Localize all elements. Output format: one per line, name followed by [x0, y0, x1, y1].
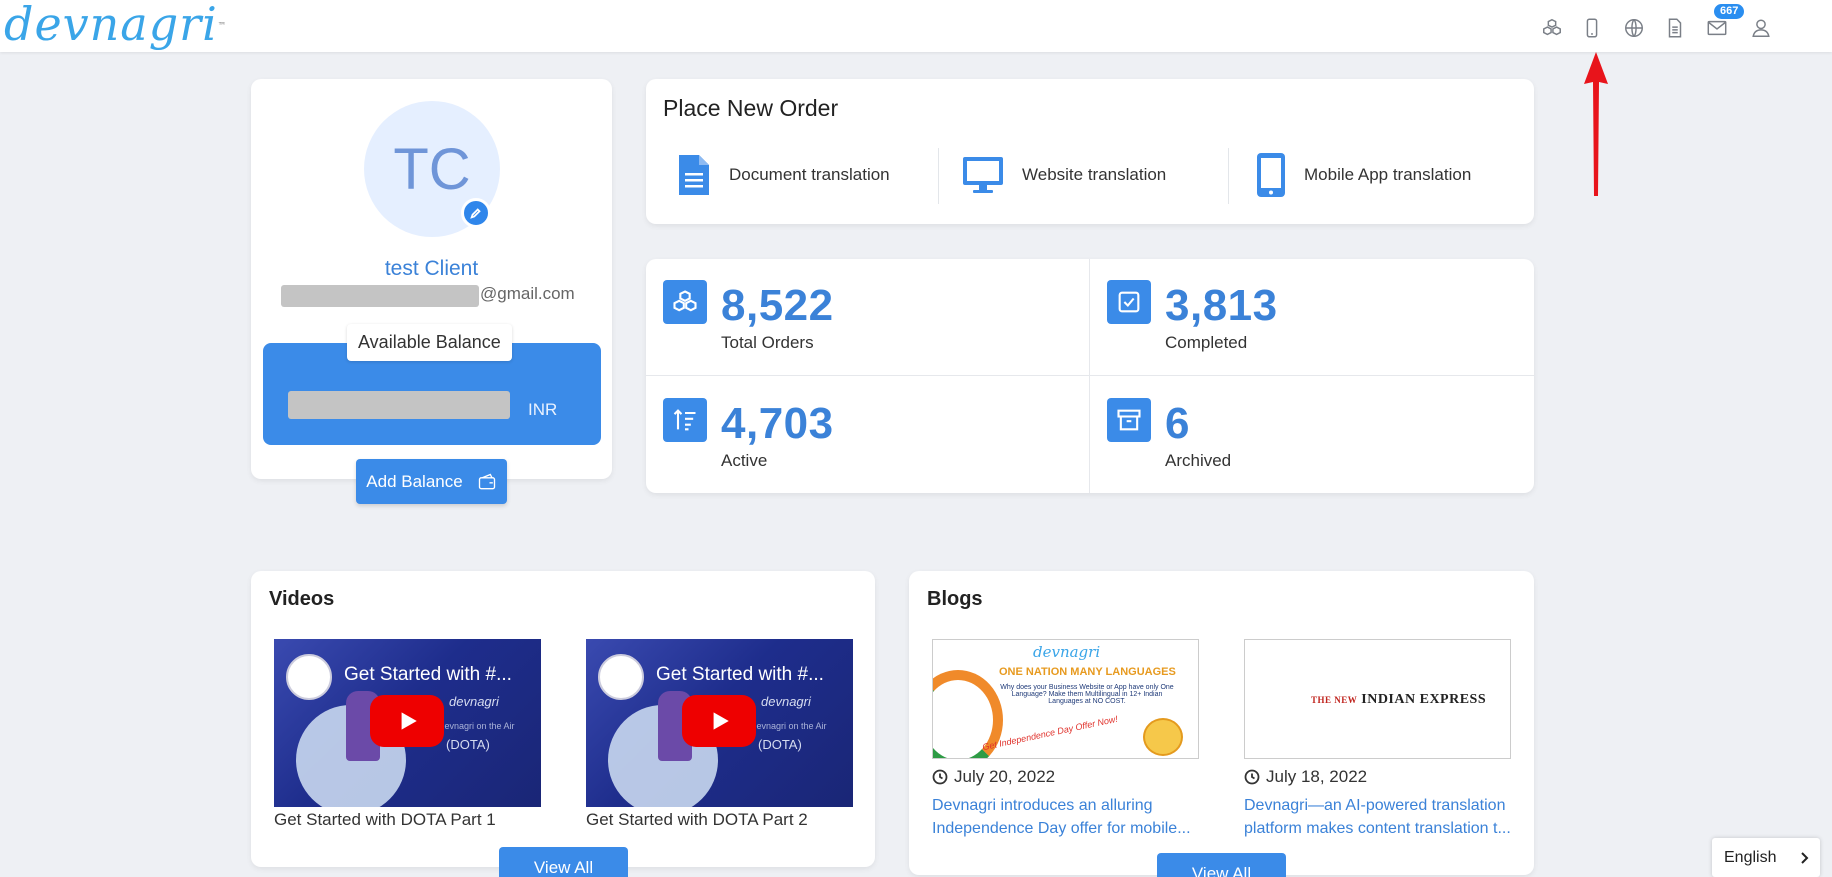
mobile-app-translation-label: Mobile App translation [1304, 165, 1472, 184]
place-order-card: Place New Order Document translation Web… [646, 79, 1534, 224]
balance-redacted [288, 391, 510, 419]
available-balance-label: Available Balance [347, 324, 512, 361]
mobile-icon[interactable] [1580, 16, 1604, 40]
annotation-arrow [1584, 52, 1608, 196]
option-divider [1228, 148, 1229, 204]
globe-icon[interactable] [1622, 16, 1646, 40]
language-label: English [1724, 848, 1777, 866]
blogs-card: Blogs devnagri ONE NATION MANY LANGUAGES… [909, 571, 1534, 875]
stats-divider [1089, 259, 1090, 493]
blog-image[interactable]: devnagri ONE NATION MANY LANGUAGES Why d… [932, 639, 1199, 759]
cubes-icon[interactable] [1540, 16, 1564, 40]
top-navbar: devnagri™ 667 [0, 0, 1832, 52]
video-caption: Get Started with DOTA Part 1 [274, 810, 496, 829]
email-redacted [281, 285, 479, 307]
wallet-icon [478, 473, 495, 489]
document-translation-label: Document translation [729, 165, 890, 184]
website-translation-option[interactable]: Website translation [962, 150, 1166, 200]
completed-value: 3,813 [1165, 281, 1278, 330]
play-icon[interactable] [682, 695, 756, 747]
email-suffix: @gmail.com [480, 284, 575, 303]
order-stats-card: 8,522 Total Orders 3,813 Completed 4,703… [646, 259, 1534, 493]
document-icon[interactable] [1663, 16, 1687, 40]
document-translation-option[interactable]: Document translation [677, 150, 890, 200]
chevron-right-icon [1801, 851, 1809, 864]
blogs-view-all-button[interactable]: View All [1157, 853, 1286, 877]
document-icon [679, 155, 709, 195]
add-balance-label: Add Balance [366, 471, 463, 491]
mobile-app-translation-option[interactable]: Mobile App translation [1256, 150, 1471, 200]
active-value: 4,703 [721, 399, 834, 448]
channel-logo [598, 654, 644, 700]
client-name: test Client [384, 257, 479, 280]
blog-link[interactable]: Devnagri—an AI-powered translation platf… [1244, 794, 1516, 840]
blogs-title: Blogs [927, 588, 983, 610]
devnagri-logo[interactable]: devnagri™ [4, 0, 227, 48]
video-title: Get Started with #... [344, 664, 512, 685]
balance-currency: INR [528, 400, 558, 419]
pencil-icon [470, 208, 481, 219]
blog-link[interactable]: Devnagri introduces an alluring Independ… [932, 794, 1204, 840]
clock-icon [932, 769, 948, 785]
monitor-icon [963, 157, 1003, 193]
total-orders-label: Total Orders [721, 333, 814, 352]
archived-label: Archived [1165, 451, 1232, 470]
place-order-title: Place New Order [663, 95, 839, 121]
checkbox-icon [1107, 280, 1151, 324]
website-translation-label: Website translation [1022, 165, 1167, 184]
mail-icon[interactable] [1705, 16, 1729, 40]
video-thumbnail[interactable]: Get Started with #... devnagri Devnagri … [586, 639, 853, 807]
total-orders-value: 8,522 [721, 281, 834, 330]
videos-card: Videos Get Started with #... devnagri De… [251, 571, 875, 867]
add-balance-button[interactable]: Add Balance [356, 459, 507, 504]
videos-view-all-button[interactable]: View All [499, 847, 628, 877]
notification-badge: 667 [1714, 4, 1745, 19]
clock-icon [1244, 769, 1260, 785]
thumbnail-brand: devnagri [761, 694, 811, 709]
video-title: Get Started with #... [656, 664, 824, 685]
archived-value: 6 [1165, 399, 1190, 448]
blog-image[interactable]: THE NEW INDIAN EXPRESS [1244, 639, 1511, 759]
video-caption: Get Started with DOTA Part 2 [586, 810, 808, 829]
option-divider [938, 148, 939, 204]
active-label: Active [721, 451, 768, 470]
blog-date: July 18, 2022 [1244, 767, 1367, 787]
edit-avatar-button[interactable] [461, 198, 491, 228]
language-selector[interactable]: English [1712, 838, 1820, 877]
thumbnail-brand: devnagri [449, 694, 499, 709]
mobile-icon [1257, 153, 1285, 197]
offer-badge [1143, 718, 1183, 756]
archive-icon [1107, 398, 1151, 442]
videos-title: Videos [269, 588, 335, 610]
video-thumbnail[interactable]: Get Started with #... devnagri Devnagri … [274, 639, 541, 807]
blog-date: July 20, 2022 [932, 767, 1055, 787]
cubes-icon [663, 280, 707, 324]
blog-image-heading: ONE NATION MANY LANGUAGES [999, 666, 1176, 678]
completed-label: Completed [1165, 333, 1248, 352]
newspaper-logo: THE NEW INDIAN EXPRESS [1311, 692, 1487, 707]
blog-image-logo: devnagri [1033, 643, 1101, 661]
play-icon[interactable] [370, 695, 444, 747]
channel-logo [286, 654, 332, 700]
thumbnail-tag: (DOTA) [446, 737, 490, 752]
sort-icon [663, 398, 707, 442]
profile-card: TC test Client @gmail.com Available Bala… [251, 79, 612, 479]
thumbnail-tag: (DOTA) [758, 737, 802, 752]
user-icon[interactable] [1749, 16, 1773, 40]
stats-divider [646, 375, 1534, 376]
blog-image-subtext: Why does your Business Website or App ha… [1000, 684, 1174, 705]
thumbnail-subtitle: Devnagri on the Air [750, 721, 827, 731]
thumbnail-subtitle: Devnagri on the Air [438, 721, 515, 731]
